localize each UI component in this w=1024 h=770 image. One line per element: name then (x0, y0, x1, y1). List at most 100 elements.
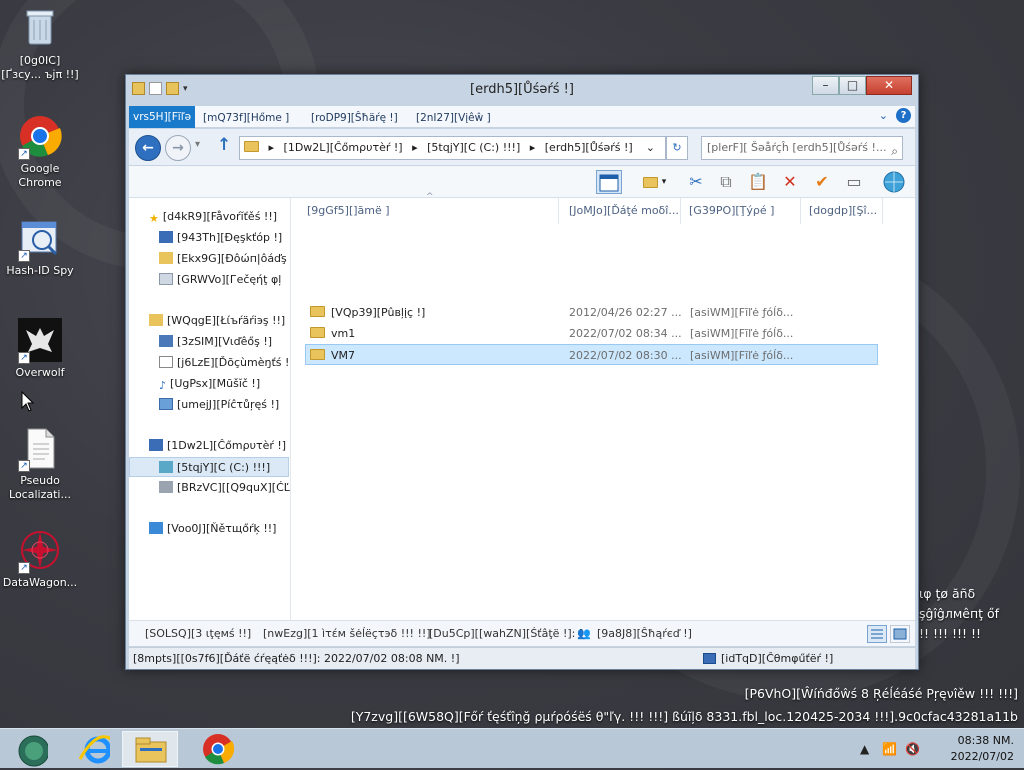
desktop-icon-label: Pseudo Localizati... (9, 474, 71, 501)
desktop-icon-datawagon[interactable]: ↗ DataWagon... (0, 528, 80, 590)
pictures-icon (159, 398, 173, 410)
file-name: [VQp39][Pûвļįç !] (331, 306, 426, 319)
desktop-icon-chrome[interactable]: ↗ Google Chrome (0, 114, 80, 190)
forward-button[interactable]: → (165, 135, 191, 161)
nav-item-videos[interactable]: [3zSIM][Vιďêőş !] (159, 332, 272, 352)
nav-item-desktop[interactable]: [943Th][Ðęşkťóp !] (159, 228, 282, 248)
nav-computer[interactable]: [1Dw2L][Ĉőmρυτèŕ !] (149, 436, 286, 456)
back-button[interactable]: ← (135, 135, 161, 161)
taskbar-file-explorer[interactable] (122, 731, 178, 767)
shortcut-arrow-icon: ↗ (18, 352, 30, 364)
file-row[interactable]: [VQp39][Pûвļįç !] 2012/04/26 02:27 ... [… (305, 302, 878, 323)
breadcrumb-separator: ▸ (412, 141, 418, 154)
recycle-bin-icon (18, 6, 62, 50)
file-date: 2012/04/26 02:27 ... (569, 306, 681, 319)
shortcut-arrow-icon: ↗ (18, 562, 30, 574)
up-arrow-icon[interactable]: ↑ (217, 135, 231, 155)
nav-item-pictures[interactable]: [umejJ][Píĉτůŗęś !] (159, 395, 279, 415)
paste-icon[interactable]: 📋 (745, 170, 771, 194)
preview-pane-icon[interactable] (596, 170, 622, 194)
address-dropdown-chevron-icon[interactable]: ⌄ (646, 137, 655, 159)
details-location: [idTqD][Ĉθmφűťёŕ !] (721, 652, 834, 665)
file-type: [asiWM][Fĩľė ƒóĺδ... (690, 306, 794, 319)
checkmark-icon[interactable]: ✔ (809, 170, 835, 194)
file-date: 2022/07/02 08:30 ... (569, 349, 681, 362)
desktop-side-text-1: ιφ ţø ăñδ (919, 586, 976, 601)
large-icons-view-button[interactable] (890, 625, 910, 643)
expand-ribbon-chevron-icon[interactable]: ⌄ (879, 109, 888, 122)
breadcrumb-users[interactable]: [erdh5][Ůśəŕś !] (545, 141, 633, 154)
explorer-window[interactable]: ▾ [erdh5][Ůśəŕś !] – □ ✕ vrs5H][Fĩľə [mQ… (125, 74, 919, 670)
close-button[interactable]: ✕ (866, 76, 912, 95)
desktop-icon-recycle-bin[interactable]: [0g0IC][Ґзϲу... ъјπ !!] (0, 6, 80, 82)
chrome-icon (203, 734, 235, 765)
file-row[interactable]: vm1 2022/07/02 08:34 ... [asiWM][Fĩľė ƒó… (305, 323, 878, 344)
nav-libraries[interactable]: [WQqgE][Łίъŕäŕіэş !!] (149, 311, 285, 331)
nav-item-downloads[interactable]: [Ekx9G][Ðôώп|ôáďş (159, 249, 287, 269)
copy-icon[interactable]: ⧉ (713, 170, 739, 194)
desktop-side-text-3: !! !!! !!! !! (919, 626, 982, 641)
nav-network[interactable]: [Voo0J][Ňěτщőŕķ !!] (149, 519, 276, 539)
volume-muted-icon[interactable]: 🔇 (905, 729, 920, 769)
desktop-icon-label: [0g0IC][Ґзϲу... ъјπ !!] (1, 54, 79, 81)
column-header-size[interactable]: [dogdp][Şî... (803, 198, 883, 224)
tab-file[interactable]: vrs5H][Fĩľə (129, 106, 196, 128)
file-name: VM7 (331, 349, 356, 362)
address-bar[interactable]: ▸ [1Dw2L][Ĉőmρυτèŕ !] ▸ [5tqjY][C (C:) !… (239, 136, 666, 160)
details-view-button[interactable] (867, 625, 887, 643)
mouse-cursor-icon (21, 391, 35, 412)
cut-icon[interactable]: ✂ (683, 170, 709, 194)
datawagon-icon: ↗ (18, 528, 62, 574)
clock-time: 08:38 NM. (957, 734, 1014, 747)
desktop-build-info-1: [P6VhO][Ŵíńđőŵś 8 Ŗéĺéáśé Ρŗęνîěw !!! !!… (744, 686, 1018, 701)
taskbar-chrome[interactable] (184, 731, 240, 767)
nav-item-drive-2[interactable]: [BRzVC][[Q9quX][ĆĽ (159, 478, 290, 498)
breadcrumb-computer[interactable]: [1Dw2L][Ĉőmρυτèŕ !] (284, 141, 403, 154)
computer-icon (149, 439, 163, 451)
taskbar-internet-explorer[interactable] (62, 731, 118, 767)
title-bar[interactable]: ▾ [erdh5][Ůśəŕś !] – □ ✕ (126, 75, 918, 105)
column-header-type[interactable]: [G39PO][Ţýρé ] (683, 198, 801, 224)
desktop-icon (159, 231, 173, 243)
taskbar-clock[interactable]: 08:38 NM. 2022/07/02 (951, 733, 1014, 765)
folder-icon (244, 141, 259, 152)
refresh-button[interactable]: ↻ (666, 136, 688, 160)
desktop-icon-pseudo-localization[interactable]: ↗ Pseudo Localizati... (0, 426, 80, 502)
nav-item-drive-c[interactable]: [5tqjY][C (C:) !!!] (129, 457, 289, 477)
delete-icon[interactable]: ✕ (777, 170, 803, 194)
file-row-selected[interactable]: VM7 2022/07/02 08:30 ... [asiWM][Fĩľė ƒó… (305, 344, 878, 365)
tab-view[interactable]: [2nI27][Vįêŵ ] (410, 109, 497, 127)
maximize-button[interactable]: □ (839, 76, 866, 95)
navigation-pane[interactable]: ★ [d4kR9][Fåvoŕĭťěś !!] [943Th][Ðęşkťóp !… (129, 198, 291, 620)
recent-locations-chevron-icon[interactable]: ▾ (195, 139, 200, 150)
status-shared: [9a8J8][Ŝħąŕєď !] (597, 627, 692, 640)
tab-share[interactable]: [roDP9][Ŝħäŕę !] (305, 109, 404, 127)
desktop-icon-hash-id-spy[interactable]: ↗ Hash-ID Spy (0, 216, 80, 278)
tab-home[interactable]: [mQ73f][Hőme ] (197, 109, 295, 127)
network-globe-icon[interactable] (881, 170, 907, 194)
network-tray-icon[interactable]: 📶 (882, 729, 897, 769)
desktop-icon-overwolf[interactable]: ↗ Overwolf (0, 318, 80, 380)
rename-icon[interactable]: ▭ (841, 170, 867, 194)
start-button[interactable] (0, 731, 56, 767)
desktop-icon-label: Overwolf (15, 366, 65, 379)
folder-icon (310, 327, 325, 338)
minimize-button[interactable]: – (812, 76, 839, 95)
details-date-created: [8mpts][[0s7f6][Ďáťë ćŕęąťėδ !!!]: 2022/… (133, 652, 460, 665)
status-bar: [SOLSQ][3 ιţęмś !!] [nwEzg][1 ìτέм šėĺёç… (129, 620, 915, 646)
status-state: [Du5Cp][[wahZN][Śťâţë !]: ] (429, 627, 584, 640)
overwolf-icon: ↗ (18, 318, 62, 364)
breadcrumb-drive-c[interactable]: [5tqjY][C (C:) !!!] (427, 141, 520, 154)
nav-item-documents[interactable]: [j6LzE][Ďõçùmèŋťś ! (159, 353, 289, 373)
nav-item-recent-places[interactable]: [GRWVo][Гečęήţ φļ (159, 270, 281, 290)
internet-explorer-icon (78, 735, 115, 764)
nav-favorites[interactable]: ★ [d4kR9][Fåvoŕĭťěś !!] (149, 207, 277, 227)
search-input[interactable]: [plerF][ Šəåŕçĥ [erdh5][Ůśəŕś !... ⌕ (701, 136, 903, 160)
help-icon[interactable]: ? (896, 108, 911, 123)
nav-item-music[interactable]: ♪ [UgPsx][Mūšĭč !] (159, 374, 260, 394)
chevron-down-icon[interactable]: ▾ (657, 170, 671, 194)
show-hidden-icons-chevron-icon[interactable]: ▲ (860, 729, 869, 769)
column-header-date-modified[interactable]: [JoMJo][Ďáţé moδî... (563, 198, 681, 224)
file-type: [asiWM][Fĩľė ƒóĺδ... (690, 327, 794, 340)
taskbar: ▲ 📶 🔇 08:38 NM. 2022/07/02 (0, 728, 1024, 768)
